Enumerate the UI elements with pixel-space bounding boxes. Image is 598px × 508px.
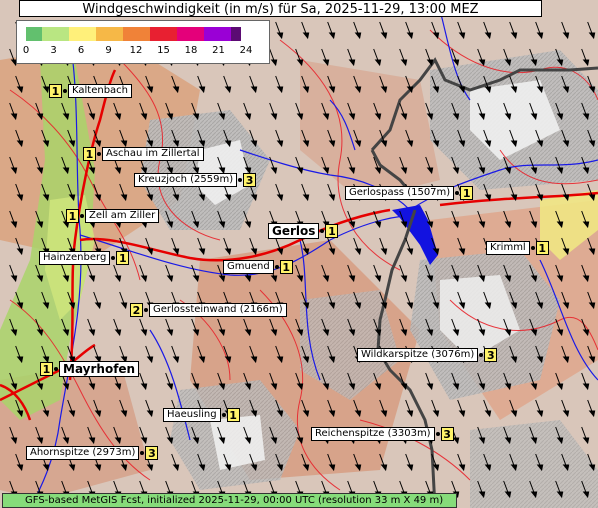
place-label: Haeusling [163, 408, 221, 422]
place-label: Mayrhofen [59, 361, 140, 377]
legend-tick-label: 15 [157, 45, 170, 56]
wind-value-badge: 1 [66, 209, 79, 223]
place-label: Gmuend [223, 260, 274, 274]
place-label: Krimml [486, 241, 530, 255]
place-label: Kreuzjoch (2559m) [134, 173, 238, 187]
place-gmuend: Gmuend 1 [223, 259, 293, 275]
wind-value-badge: 1 [325, 224, 339, 238]
legend-swatch [204, 27, 231, 41]
legend-tick-label: 18 [184, 45, 198, 56]
legend-swatch [26, 27, 42, 41]
place-zell-am-ziller: 1 Zell am Ziller [66, 208, 160, 224]
place-wildkarspitze: Wildkarspitze (3076m) 3 [357, 347, 498, 363]
wind-value-badge: 3 [484, 348, 498, 362]
location-dot [479, 353, 484, 357]
location-dot [435, 432, 440, 436]
wind-value-badge: 1 [535, 241, 549, 255]
place-hainzenberg: Hainzenberg 1 [39, 250, 130, 266]
legend-tick-label: 9 [105, 45, 112, 56]
legend-swatch [96, 27, 123, 41]
location-dot [238, 178, 243, 182]
place-gerlospass: Gerlospass (1507m) 1 [345, 185, 474, 201]
place-haeusling: Haeusling 1 [163, 407, 240, 423]
location-dot [97, 152, 101, 156]
legend-color-bar [26, 27, 241, 41]
place-reichenspitze: Reichenspitze (3303m) 3 [311, 426, 454, 442]
wind-value-badge: 1 [460, 186, 474, 200]
legend-tick-label: 21 [212, 45, 225, 56]
legend-tick-label: 3 [50, 45, 57, 56]
place-gerlossteinwand: 2 Gerlossteinwand (2166m) [130, 302, 287, 318]
location-dot [320, 229, 325, 233]
location-dot [63, 89, 67, 93]
wind-speed-legend: 0 3 6 9 12 15 18 21 24 [16, 20, 270, 64]
wind-value-badge: 1 [49, 84, 62, 98]
wind-value-badge: 1 [116, 251, 130, 265]
wind-value-badge: 1 [83, 147, 96, 161]
legend-tick-label: 24 [239, 45, 253, 56]
place-krimml: Krimml 1 [486, 240, 549, 256]
wind-value-badge: 3 [440, 427, 454, 441]
place-label: Aschau im Zillertal [102, 147, 204, 161]
wind-value-badge: 1 [279, 260, 293, 274]
location-dot [274, 265, 279, 269]
place-label: Wildkarspitze (3076m) [357, 348, 479, 362]
place-gerlos: Gerlos 1 [268, 223, 339, 239]
place-aschau-im-zillertal: 1 Aschau im Zillertal [83, 146, 204, 162]
legend-tick-label: 6 [77, 45, 85, 56]
place-label: Reichenspitze (3303m) [311, 427, 435, 441]
wind-value-badge: 1 [40, 362, 53, 376]
location-dot [455, 191, 460, 195]
place-label: Zell am Ziller [85, 209, 160, 223]
place-mayrhofen: 1 Mayrhofen [40, 361, 140, 377]
place-label: Gerlos [268, 223, 320, 239]
legend-swatch [231, 27, 241, 41]
legend-swatch [150, 27, 177, 41]
place-label: Gerlospass (1507m) [345, 186, 455, 200]
place-label: Gerlossteinwand (2166m) [149, 303, 287, 317]
place-label: Kaltenbach [68, 84, 133, 98]
legend-tick-label: 0 [22, 45, 30, 56]
wind-value-badge: 1 [226, 408, 240, 422]
forecast-info-footer: GFS-based MetGIS Fcst, initialized 2025-… [2, 493, 457, 508]
location-dot [530, 246, 535, 250]
place-kaltenbach: 1 Kaltenbach [49, 83, 133, 99]
wind-value-badge: 2 [130, 303, 143, 317]
legend-swatch [69, 27, 96, 41]
place-label: Hainzenberg [39, 251, 111, 265]
place-label: Ahornspitze (2973m) [26, 446, 140, 460]
location-dot [80, 214, 84, 218]
legend-swatch [42, 27, 69, 41]
place-kreuzjoch: Kreuzjoch (2559m) 3 [134, 172, 257, 188]
location-dot [221, 413, 226, 417]
location-dot [111, 256, 116, 260]
map-title: Windgeschwindigkeit (in m/s) für Sa, 202… [19, 0, 542, 17]
location-dot [54, 367, 58, 371]
wind-value-badge: 3 [243, 173, 257, 187]
legend-tick-label: 12 [129, 45, 143, 56]
location-dot [140, 451, 145, 455]
legend-swatch [123, 27, 150, 41]
place-ahornspitze: Ahornspitze (2973m) 3 [26, 445, 159, 461]
legend-swatch [177, 27, 204, 41]
wind-value-badge: 3 [145, 446, 159, 460]
location-dot [144, 308, 148, 312]
